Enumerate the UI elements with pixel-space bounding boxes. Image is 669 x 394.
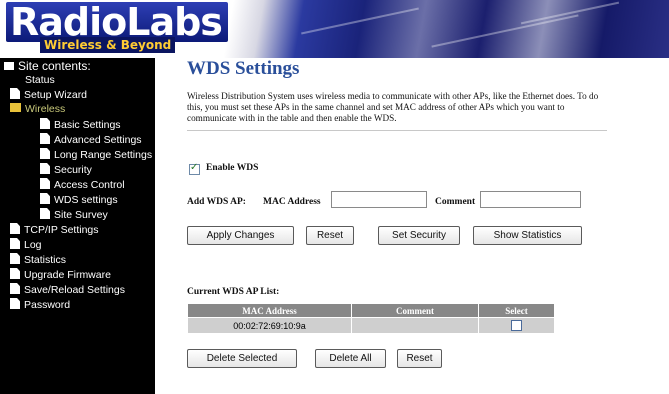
sidebar-title-label: Site contents:: [18, 59, 91, 73]
enable-wds-checkbox[interactable]: [189, 162, 200, 175]
sidebar-item-label: Long Range Settings: [54, 149, 153, 161]
sidebar-item-label: Password: [24, 299, 71, 311]
column-header-mac: MAC Address: [187, 303, 352, 318]
table-cell-mac: 00:02:72:69:10:9a: [187, 317, 352, 334]
current-wds-list-label: Current WDS AP List:: [187, 287, 280, 297]
delete-all-button[interactable]: Delete All: [315, 349, 386, 368]
reset-button[interactable]: Reset: [306, 226, 354, 245]
sidebar-item-label: Setup Wizard: [24, 89, 88, 101]
list-reset-button[interactable]: Reset: [397, 349, 442, 368]
sidebar-item-label: Basic Settings: [54, 119, 121, 131]
sidebar-item-site-survey[interactable]: Site Survey: [40, 208, 108, 222]
page-icon: [10, 88, 20, 99]
sidebar-item-save-reload-settings[interactable]: Save/Reload Settings: [10, 283, 125, 297]
sidebar-item-basic-settings[interactable]: Basic Settings: [40, 118, 121, 132]
mac-address-input[interactable]: [331, 191, 427, 208]
sidebar-item-access-control[interactable]: Access Control: [40, 178, 125, 192]
mac-address-label: MAC Address: [263, 197, 321, 207]
page-title: WDS Settings: [187, 58, 300, 79]
sidebar-item-statistics[interactable]: Statistics: [10, 253, 66, 267]
table-row: 00:02:72:69:10:9a: [187, 317, 555, 334]
sidebar-item-wds-settings[interactable]: WDS settings: [40, 193, 118, 207]
sidebar-item-setup-wizard[interactable]: Setup Wizard: [10, 88, 87, 102]
sidebar-item-advanced-settings[interactable]: Advanced Settings: [40, 133, 142, 147]
column-header-select: Select: [478, 303, 555, 318]
folder-icon: [4, 62, 14, 70]
page-icon: [10, 238, 20, 249]
sidebar-item-label: Statistics: [24, 254, 67, 266]
sidebar-item-label: Status: [25, 74, 55, 86]
set-security-button[interactable]: Set Security: [378, 226, 460, 245]
sidebar-item-label: Advanced Settings: [54, 134, 142, 146]
add-wds-ap-label: Add WDS AP:: [187, 197, 246, 207]
sidebar-item-upgrade-firmware[interactable]: Upgrade Firmware: [10, 268, 111, 282]
sidebar-item-label: TCP/IP Settings: [24, 224, 99, 236]
column-header-comment: Comment: [351, 303, 479, 318]
page-icon: [10, 253, 20, 264]
page-icon: [10, 298, 20, 309]
sidebar-item-password[interactable]: Password: [10, 298, 70, 312]
divider: [187, 130, 607, 131]
page-icon: [40, 118, 50, 129]
sidebar-item-tcpip-settings[interactable]: TCP/IP Settings: [10, 223, 99, 237]
table-cell-select: [478, 317, 555, 334]
header-banner: RadioLabs Wireless & Beyond: [0, 0, 669, 58]
page-icon: [40, 163, 50, 174]
page-icon: [10, 283, 20, 294]
wds-ap-table: MAC Address Comment Select 00:02:72:69:1…: [187, 303, 555, 334]
comment-input[interactable]: [480, 191, 581, 208]
sidebar-item-long-range-settings[interactable]: Long Range Settings: [40, 148, 152, 162]
sidebar-item-label: Upgrade Firmware: [24, 269, 111, 281]
sidebar-item-label: Log: [24, 239, 42, 251]
apply-changes-button[interactable]: Apply Changes: [187, 226, 294, 245]
page-icon: [10, 223, 20, 234]
sidebar-item-wireless[interactable]: Wireless: [10, 103, 65, 116]
sidebar-item-label: Save/Reload Settings: [24, 284, 125, 296]
sidebar-item-log[interactable]: Log: [10, 238, 42, 252]
main-content: WDS Settings Wireless Distribution Syste…: [155, 58, 669, 394]
page-icon: [10, 268, 20, 279]
delete-selected-button[interactable]: Delete Selected: [187, 349, 297, 368]
show-statistics-button[interactable]: Show Statistics: [473, 226, 582, 245]
page-icon: [40, 133, 50, 144]
page-icon: [40, 193, 50, 204]
brand-tagline: Wireless & Beyond: [40, 37, 176, 53]
sidebar-item-label: Site Survey: [54, 209, 108, 221]
page-icon: [40, 178, 50, 189]
sidebar-item-label: WDS settings: [54, 194, 118, 206]
sidebar-item-status[interactable]: Status: [25, 74, 55, 87]
sidebar-item-label: Wireless: [25, 103, 66, 115]
page-icon: [40, 148, 50, 159]
brand-logo[interactable]: RadioLabs: [6, 2, 228, 42]
folder-open-icon: [10, 103, 21, 112]
page-icon: [40, 208, 50, 219]
sidebar-item-label: Access Control: [54, 179, 125, 191]
sidebar-item-label: Security: [54, 164, 92, 176]
sidebar: Site contents: Status Setup Wizard Wirel…: [0, 58, 155, 394]
enable-wds-label: Enable WDS: [206, 163, 259, 173]
select-row-checkbox[interactable]: [511, 320, 522, 332]
page-description: Wireless Distribution System uses wirele…: [187, 91, 599, 123]
table-cell-comment: [351, 317, 479, 334]
comment-label: Comment: [435, 197, 476, 207]
sidebar-title: Site contents:: [4, 60, 91, 73]
sidebar-item-security[interactable]: Security: [40, 163, 92, 177]
